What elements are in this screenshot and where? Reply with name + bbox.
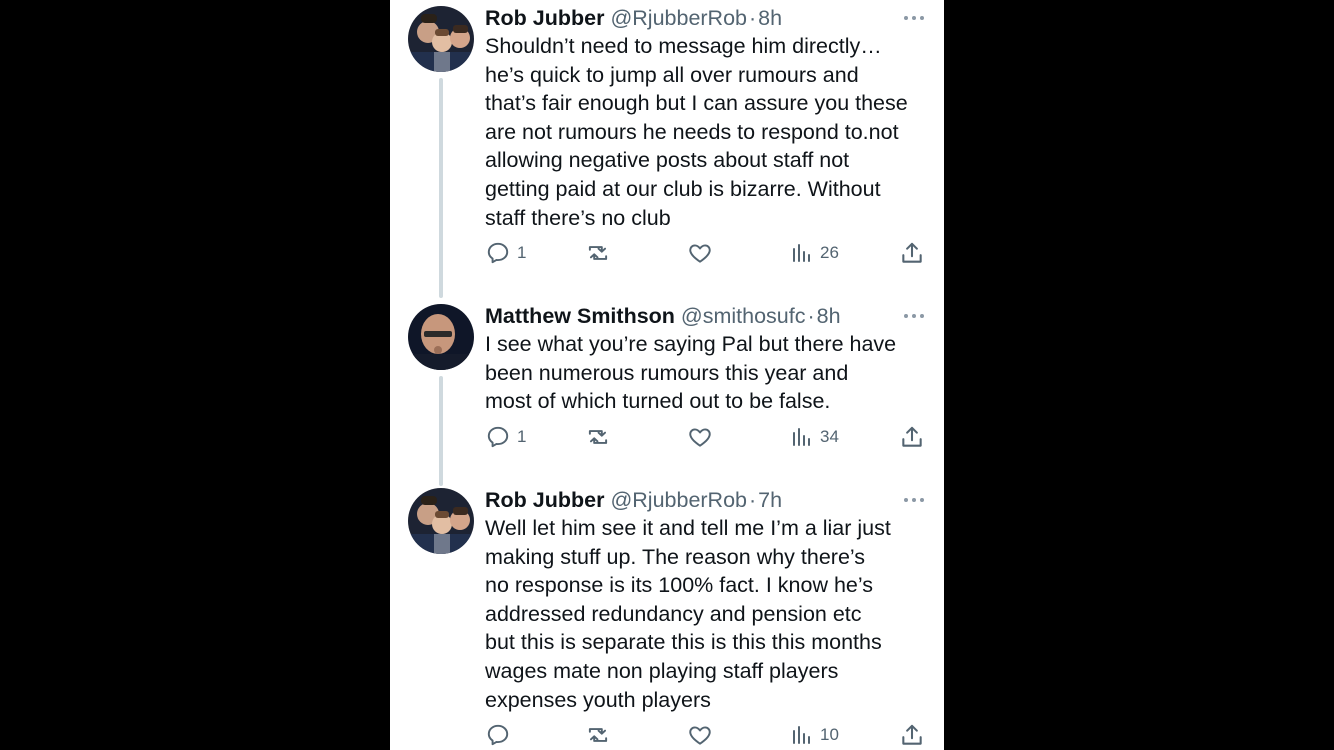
avatar-image (408, 488, 474, 554)
share-button[interactable] (899, 422, 925, 452)
like-icon (689, 428, 711, 447)
like-icon (689, 726, 711, 745)
view-count: 10 (820, 725, 839, 744)
more-icon[interactable] (904, 16, 924, 20)
conversation-thread: Rob Jubber @RjubberRob·8h Shouldn’t need… (390, 0, 944, 750)
user-handle[interactable]: @RjubberRob (610, 6, 747, 30)
avatar-image (408, 6, 474, 72)
view-count: 34 (820, 427, 839, 446)
reply-button[interactable] (485, 720, 517, 750)
views-icon (793, 244, 810, 262)
views-icon (793, 726, 810, 744)
separator-dot: · (749, 488, 757, 512)
thread-connector-line (439, 376, 443, 486)
tweet-text: Well let him see it and tell me I’m a li… (485, 516, 891, 712)
reply-button[interactable]: 1 (485, 238, 526, 268)
separator-dot: · (749, 6, 757, 30)
like-icon (689, 244, 711, 263)
reply-count: 1 (517, 243, 527, 262)
user-handle[interactable]: @RjubberRob (610, 488, 747, 512)
retweet-icon (588, 430, 608, 444)
retweet-icon (588, 246, 608, 260)
display-name[interactable]: Rob Jubber (485, 488, 604, 512)
more-icon[interactable] (904, 498, 924, 502)
view-count: 26 (820, 243, 839, 262)
tweet-actions: 10 (485, 720, 925, 750)
avatar-image (408, 304, 474, 370)
views-button[interactable]: 34 (790, 422, 839, 452)
display-name[interactable]: Matthew Smithson (485, 304, 675, 328)
retweet-button[interactable] (584, 238, 618, 268)
reply-button[interactable]: 1 (485, 422, 526, 452)
tweet[interactable]: Rob Jubber @RjubberRob·7h Well let him s… (390, 484, 944, 750)
share-button[interactable] (899, 720, 925, 750)
reply-icon (487, 724, 509, 746)
separator-dot: · (807, 304, 815, 328)
retweet-button[interactable] (584, 422, 618, 452)
tweet-header: Rob Jubber @RjubberRob·8h (485, 4, 782, 32)
views-button[interactable]: 26 (790, 238, 839, 268)
avatar[interactable] (408, 6, 474, 72)
reply-count: 1 (517, 427, 527, 446)
share-icon (902, 724, 922, 745)
timestamp[interactable]: 7h (758, 488, 782, 512)
like-button[interactable] (687, 720, 719, 750)
tweet-header: Matthew Smithson @smithosufc·8h (485, 302, 841, 330)
reply-icon (487, 242, 509, 264)
reply-icon (487, 426, 509, 448)
tweet-text: Shouldn’t need to message him directly… … (485, 34, 908, 230)
share-icon (902, 426, 922, 447)
like-button[interactable] (687, 422, 719, 452)
timestamp[interactable]: 8h (817, 304, 841, 328)
tweet-text: I see what you’re saying Pal but there h… (485, 332, 897, 414)
avatar[interactable] (408, 488, 474, 554)
timestamp[interactable]: 8h (758, 6, 782, 30)
thread-connector-line (439, 78, 443, 298)
views-button[interactable]: 10 (790, 720, 839, 750)
retweet-button[interactable] (584, 720, 618, 750)
like-button[interactable] (687, 238, 719, 268)
views-icon (793, 428, 810, 446)
tweet[interactable]: Matthew Smithson @smithosufc·8h I see wh… (390, 300, 944, 486)
more-icon[interactable] (904, 314, 924, 318)
share-icon (902, 242, 922, 263)
tweet-actions: 1 34 (485, 422, 925, 452)
retweet-icon (588, 728, 608, 742)
share-button[interactable] (899, 238, 925, 268)
avatar[interactable] (408, 304, 474, 370)
tweet-header: Rob Jubber @RjubberRob·7h (485, 486, 782, 514)
tweet-actions: 1 26 (485, 238, 925, 268)
tweet[interactable]: Rob Jubber @RjubberRob·8h Shouldn’t need… (390, 2, 944, 298)
display-name[interactable]: Rob Jubber (485, 6, 604, 30)
user-handle[interactable]: @smithosufc (681, 304, 806, 328)
